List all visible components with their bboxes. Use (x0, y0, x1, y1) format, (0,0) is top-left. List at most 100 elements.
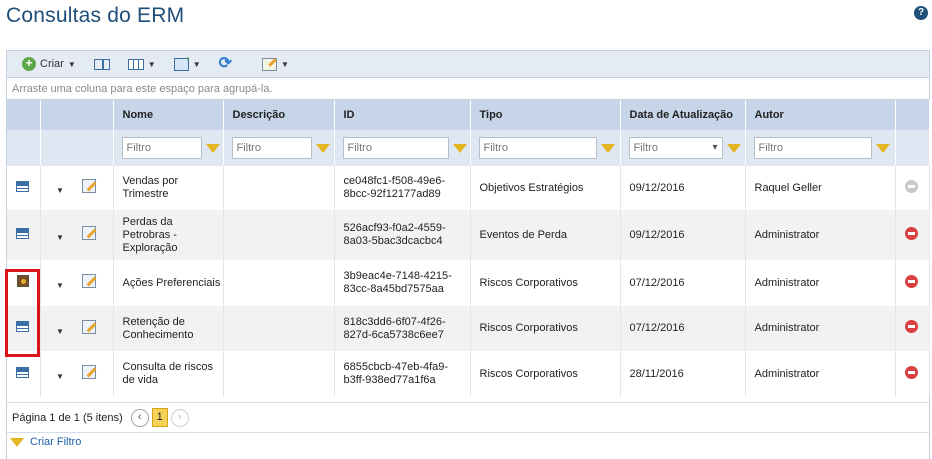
delete-icon (905, 179, 918, 193)
table-row[interactable]: ▼ Retenção de Conhecimento 818c3dd6-6f07… (7, 306, 930, 351)
row-type-cell (7, 166, 41, 210)
edit-menu-button[interactable]: ▼ (262, 57, 289, 71)
grid-icon[interactable] (16, 366, 30, 378)
cell-description (223, 351, 335, 397)
table-row[interactable]: ▼ Consulta de riscos de vida 6855cbcb-47… (7, 351, 930, 397)
pager-summary: Página 1 de 1 (5 itens) (12, 411, 123, 424)
cell-date: 07/12/2016 (620, 306, 746, 351)
next-page-button[interactable]: › (170, 408, 189, 427)
chevron-down-icon[interactable]: ▼ (56, 233, 64, 242)
cell-name: Consulta de riscos de vida (113, 351, 224, 397)
col-header-date[interactable]: Data de Atualização (620, 100, 746, 130)
edit-icon (262, 57, 278, 71)
group-panel[interactable]: Arraste uma coluna para este espaço para… (7, 78, 929, 100)
table-row[interactable]: ▼ Perdas da Petrobras - Exploração 526ac… (7, 210, 930, 260)
footer: Criar Filtro (7, 436, 81, 448)
filter-icon[interactable] (600, 143, 615, 153)
row-type-cell (7, 260, 41, 306)
grid-icon[interactable] (16, 321, 30, 332)
filter-input-author[interactable]: Filtro (753, 137, 872, 159)
delete-icon[interactable] (905, 226, 918, 240)
cell-author: Administrator (745, 351, 896, 397)
refresh-icon: ⟳ (218, 55, 233, 72)
filter-cell-id: Filtro (334, 130, 471, 166)
chevron-down-icon[interactable]: ▼ (56, 186, 64, 195)
delete-icon[interactable] (905, 365, 918, 379)
chevron-down-icon[interactable]: ▼ (56, 281, 64, 290)
create-button[interactable]: + Criar ▼ (22, 57, 76, 71)
cell-type: Objetivos Estratégios (470, 166, 621, 210)
cell-type: Riscos Corporativos (470, 260, 621, 306)
cell-author: Raquel Geller (745, 166, 896, 210)
cell-author: Administrator (745, 260, 896, 306)
filter-icon[interactable] (726, 143, 741, 153)
cell-description (223, 306, 335, 351)
table-row[interactable]: ▼ Vendas por Trimestre ce048fc1-f508-49e… (7, 166, 930, 210)
row-actions-cell: ▼ (40, 351, 114, 397)
col-header-description[interactable]: Descrição (223, 100, 335, 130)
toolbar: + Criar ▼ ▼ ▼ ⟳ ▼ (7, 51, 929, 78)
table-row[interactable]: ▼ Ações Preferenciais 3b9eac4e-7148-4215… (7, 260, 930, 306)
filter-empty (895, 130, 930, 166)
cell-id: 6855cbcb-47eb-4fa9-b3ff-938ed77a1f6a (334, 351, 471, 397)
queries-table: Nome Descrição ID Tipo Data de Atualizaç… (7, 100, 930, 397)
col-header-name[interactable]: Nome (113, 100, 224, 130)
cell-name: Vendas por Trimestre (113, 166, 224, 210)
edit-icon[interactable] (81, 179, 96, 193)
chevron-down-icon: ▼ (192, 59, 201, 69)
page-button-current[interactable]: 1 (151, 408, 168, 427)
cell-date: 07/12/2016 (620, 260, 746, 306)
create-filter-link[interactable]: Criar Filtro (30, 436, 81, 448)
col-actions (40, 100, 114, 130)
filter-input-description[interactable]: Filtro (231, 137, 312, 159)
chart-icon[interactable] (16, 275, 29, 287)
chevron-down-icon: ▼ (67, 59, 76, 69)
cell-name: Perdas da Petrobras - Exploração (113, 210, 224, 260)
filter-cell-date: Filtro (620, 130, 746, 166)
chevron-down-icon[interactable]: ▼ (56, 372, 64, 381)
export-button[interactable]: ▼ (173, 54, 201, 71)
edit-icon[interactable] (81, 319, 96, 334)
cell-id: ce048fc1-f508-49e6-8bcc-92f12177ad89 (334, 166, 471, 210)
chevron-down-icon[interactable]: ▼ (56, 327, 64, 336)
cell-type: Riscos Corporativos (470, 306, 621, 351)
filter-icon[interactable] (452, 143, 467, 153)
filter-empty (7, 130, 41, 166)
cell-id: 818c3dd6-6f07-4f26-827d-6ca5738c6ee7 (334, 306, 471, 351)
cell-author: Administrator (745, 306, 896, 351)
filter-icon[interactable] (875, 143, 890, 153)
cell-date: 28/11/2016 (620, 351, 746, 397)
filter-input-id[interactable]: Filtro (342, 137, 449, 159)
row-delete-cell (895, 306, 930, 351)
filter-icon[interactable] (315, 143, 330, 153)
filter-input-type[interactable]: Filtro (478, 137, 597, 159)
delete-icon[interactable] (905, 274, 918, 288)
filter-icon (10, 437, 24, 447)
row-actions-cell: ▼ (40, 260, 114, 306)
filter-input-name[interactable]: Filtro (121, 137, 202, 159)
help-icon[interactable]: ? (914, 6, 928, 20)
col-icon (7, 100, 41, 130)
delete-icon[interactable] (905, 320, 918, 333)
edit-icon[interactable] (81, 365, 96, 379)
col-header-author[interactable]: Autor (745, 100, 896, 130)
prev-page-button[interactable]: ‹ (130, 408, 149, 427)
refresh-button[interactable]: ⟳ (218, 55, 233, 72)
cell-author: Administrator (745, 210, 896, 260)
cell-type: Riscos Corporativos (470, 351, 621, 397)
filter-icon[interactable] (205, 143, 220, 153)
col-header-id[interactable]: ID (334, 100, 471, 130)
chevron-down-icon: ▼ (147, 59, 156, 69)
columns-button[interactable]: ▼ (127, 58, 156, 70)
row-type-cell (7, 351, 41, 397)
grid-icon[interactable] (16, 180, 30, 192)
edit-icon[interactable] (81, 274, 96, 288)
filter-row: Filtro Filtro Filtro Filtro Filtro Filtr… (7, 130, 930, 166)
grid-icon[interactable] (16, 227, 30, 239)
edit-icon[interactable] (81, 226, 96, 240)
hierarchy-button[interactable] (93, 58, 110, 70)
cell-type: Eventos de Perda (470, 210, 621, 260)
filter-input-date[interactable]: Filtro (628, 137, 723, 159)
col-header-type[interactable]: Tipo (470, 100, 621, 130)
export-icon (173, 54, 191, 71)
